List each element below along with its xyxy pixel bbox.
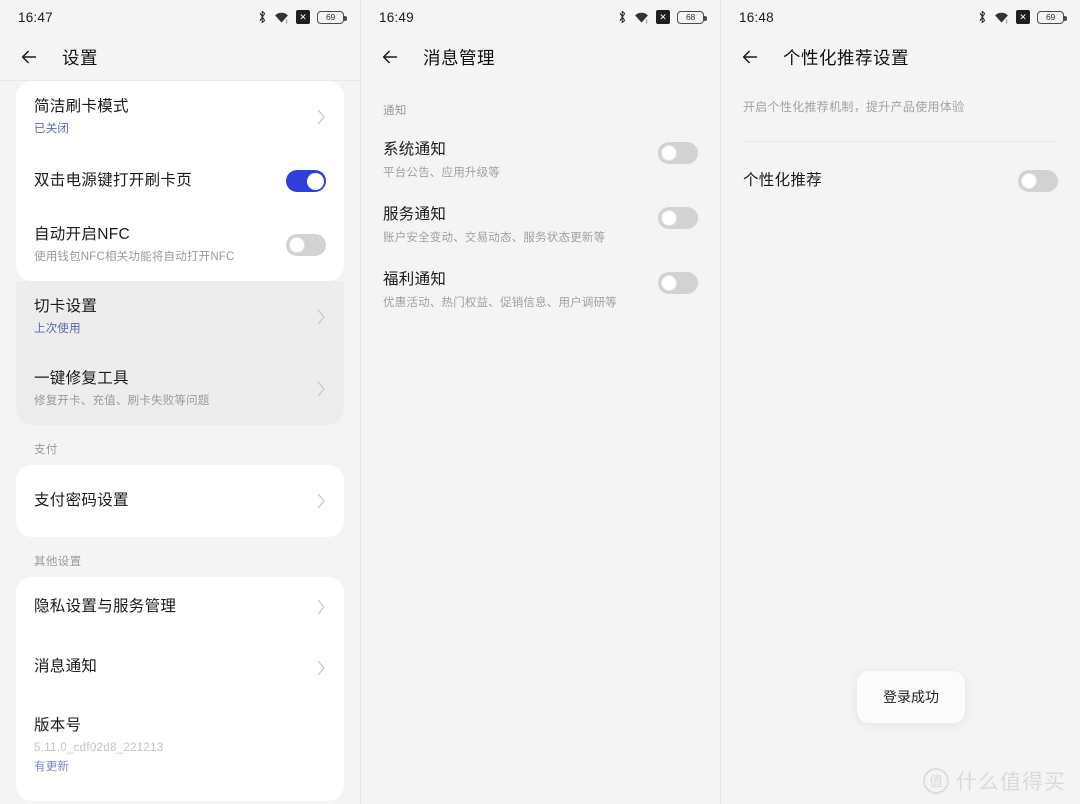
group-label-other: 其他设置 (34, 556, 82, 569)
row-subtitle: 已关闭 (34, 123, 70, 136)
list-item[interactable]: 福利通知 优惠活动、热门权益、促销信息、用户调研等 (383, 256, 698, 321)
list-item[interactable]: 隐私设置与服务管理 (16, 577, 344, 637)
row-subtitle: 优惠活动、热门权益、促销信息、用户调研等 (383, 297, 617, 310)
row-title: 简洁刷卡模式 (34, 98, 129, 115)
row-title: 自动开启NFC (34, 226, 130, 244)
chevron-right-icon (317, 494, 325, 509)
panel-personalized-recommendation: 16:48 ✕ 69 个性化推荐设置 开启个性化推荐机制，提升产品使用体验 个性… (720, 0, 1080, 804)
list-item[interactable]: 切卡设置 上次使用 (16, 281, 344, 354)
row-title: 服务通知 (383, 206, 447, 224)
panel-settings: 16:47 ✕ 69 设置 简洁刷卡模式 已关闭 双击电源键打开刷卡页 自动开启… (0, 0, 360, 804)
settings-card-card-ops: 切卡设置 上次使用 一键修复工具 修复开卡、充值、刷卡失败等问题 (16, 281, 344, 426)
row-subtitle: 账户安全变动、交易动态、服务状态更新等 (383, 232, 606, 245)
row-subtitle: 上次使用 (34, 323, 81, 336)
row-subtitle: 使用钱包NFC相关功能将自动打开NFC (34, 251, 235, 264)
row-title: 支付密码设置 (34, 492, 129, 510)
section-label-notifications: 通知 (383, 105, 407, 117)
status-icons: ✕ 69 (978, 10, 1067, 24)
bluetooth-icon (259, 10, 266, 24)
panel-message-management: 16:49 ✕ 68 消息管理 通知 系统通知 平台公告、应用升级等 服务通知 … (360, 0, 720, 804)
wifi-icon (275, 12, 288, 23)
settings-scroll[interactable]: 简洁刷卡模式 已关闭 双击电源键打开刷卡页 自动开启NFC 使用钱包NFC相关功… (0, 81, 360, 804)
battery-icon: 69 (317, 10, 347, 24)
signal-off-icon: ✕ (296, 10, 310, 24)
update-available-link[interactable]: 有更新 (34, 760, 326, 775)
settings-card-payment: 支付密码设置 (16, 465, 344, 538)
version-string: 5.11.0_cdf02d8_221213 (34, 741, 164, 754)
back-arrow-icon[interactable] (18, 46, 40, 68)
list-item[interactable]: 自动开启NFC 使用钱包NFC相关功能将自动打开NFC (16, 209, 344, 281)
description-text: 开启个性化推荐机制，提升产品使用体验 (743, 100, 965, 114)
page-title: 设置 (62, 47, 98, 68)
page-title: 个性化推荐设置 (783, 47, 909, 68)
status-bar: 16:48 ✕ 69 (721, 0, 1080, 34)
screenshot-root: 16:47 ✕ 69 设置 简洁刷卡模式 已关闭 双击电源键打开刷卡页 自动开启… (0, 0, 1080, 804)
back-arrow-icon[interactable] (379, 46, 401, 68)
toggle-auto-nfc[interactable] (286, 234, 326, 257)
list-item[interactable]: 服务通知 账户安全变动、交易动态、服务状态更新等 (383, 191, 698, 256)
watermark: 值 什么值得买 (923, 766, 1066, 796)
chevron-right-icon (317, 660, 325, 675)
row-title: 隐私设置与服务管理 (34, 598, 177, 616)
status-icons: ✕ 68 (618, 10, 707, 24)
chevron-right-icon (317, 109, 325, 125)
settings-card-other: 隐私设置与服务管理 消息通知 版本号 5.11.0_cdf02d8_221213… (16, 577, 344, 801)
chevron-right-icon (317, 600, 325, 615)
row-title: 福利通知 (383, 271, 447, 289)
bluetooth-icon (979, 10, 986, 24)
battery-level: 69 (325, 12, 336, 22)
list-item[interactable]: 消息通知 (16, 637, 344, 697)
battery-icon: 68 (677, 10, 707, 24)
list-item[interactable]: 双击电源键打开刷卡页 (16, 153, 344, 209)
row-title: 个性化推荐 (743, 171, 823, 189)
watermark-text: 什么值得买 (956, 771, 1066, 794)
app-bar: 个性化推荐设置 (721, 34, 1080, 80)
chevron-right-icon (317, 382, 325, 397)
signal-off-icon: ✕ (656, 10, 670, 24)
status-clock: 16:47 (18, 9, 53, 25)
list-item[interactable]: 个性化推荐 (743, 142, 1058, 192)
signal-off-icon: ✕ (1016, 10, 1030, 24)
row-title: 版本号 (34, 716, 82, 734)
app-bar: 消息管理 (361, 34, 720, 80)
group-label-payment: 支付 (34, 444, 58, 457)
toggle-power-key[interactable] (286, 170, 326, 193)
toggle-service-notifications[interactable] (658, 207, 698, 230)
settings-card-general: 简洁刷卡模式 已关闭 双击电源键打开刷卡页 自动开启NFC 使用钱包NFC相关功… (16, 81, 344, 282)
wifi-icon (635, 12, 648, 23)
status-bar: 16:49 ✕ 68 (361, 0, 720, 34)
row-title: 一键修复工具 (34, 370, 129, 388)
list-item[interactable]: 支付密码设置 (16, 465, 344, 537)
notification-list: 通知 系统通知 平台公告、应用升级等 服务通知 账户安全变动、交易动态、服务状态… (361, 80, 720, 321)
watermark-badge-icon: 值 (923, 768, 949, 794)
recommendation-content: 开启个性化推荐机制，提升产品使用体验 个性化推荐 (721, 80, 1080, 192)
battery-level: 68 (685, 12, 696, 22)
row-title: 切卡设置 (34, 298, 98, 316)
row-title: 双击电源键打开刷卡页 (34, 172, 193, 189)
chevron-right-icon (317, 310, 325, 325)
wifi-icon (995, 12, 1008, 23)
list-item[interactable]: 简洁刷卡模式 已关闭 (16, 81, 344, 153)
toggle-personalized-recommendation[interactable] (1018, 170, 1058, 192)
bluetooth-icon (619, 10, 626, 24)
page-title: 消息管理 (423, 47, 495, 68)
row-title: 系统通知 (383, 141, 447, 158)
toast-message: 登录成功 (857, 671, 965, 723)
row-subtitle: 修复开卡、充值、刷卡失败等问题 (34, 395, 210, 408)
toggle-system-notifications[interactable] (658, 142, 698, 164)
list-item-version[interactable]: 版本号 5.11.0_cdf02d8_221213 有更新 (16, 698, 344, 801)
row-subtitle: 平台公告、应用升级等 (383, 167, 500, 180)
status-bar: 16:47 ✕ 69 (0, 0, 360, 34)
list-item[interactable]: 系统通知 平台公告、应用升级等 (383, 132, 698, 191)
status-clock: 16:48 (739, 9, 774, 25)
app-bar: 设置 (0, 34, 360, 80)
battery-icon: 69 (1037, 10, 1067, 24)
back-arrow-icon[interactable] (739, 46, 761, 68)
row-title: 消息通知 (34, 658, 98, 676)
list-item[interactable]: 一键修复工具 修复开卡、充值、刷卡失败等问题 (16, 353, 344, 426)
status-clock: 16:49 (379, 9, 414, 25)
battery-level: 69 (1045, 12, 1056, 22)
status-icons: ✕ 69 (258, 10, 347, 24)
toggle-benefit-notifications[interactable] (658, 272, 698, 295)
